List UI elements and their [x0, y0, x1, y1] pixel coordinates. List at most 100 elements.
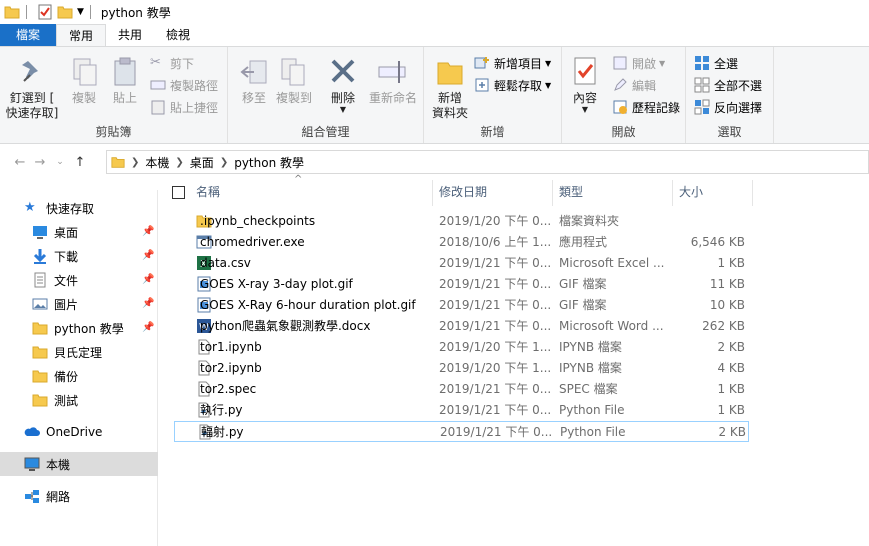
nav-item-bayes-theorem[interactable]: 貝氏定理 — [0, 340, 158, 364]
nav-item-quick-access[interactable]: ★ 快速存取 — [0, 196, 158, 220]
select-all-button[interactable]: 全選 — [694, 53, 738, 73]
cut-button[interactable]: ✂ 剪下 — [150, 53, 194, 73]
cut-label: 剪下 — [170, 56, 195, 71]
breadcrumb-desktop[interactable]: 桌面 — [190, 154, 214, 171]
copy-to-button[interactable]: 複製到 — [274, 51, 314, 106]
column-header-size[interactable]: 大小 — [679, 180, 751, 204]
table-row[interactable]: tor2.ipynb 2019/1/20 下午 1... IPYNB 檔案 4 KB — [174, 358, 749, 379]
chevron-right-icon[interactable]: ❯ — [175, 157, 183, 168]
easy-access-label: 輕鬆存取 — [494, 78, 543, 93]
customize-quick-access-icon[interactable]: ▼ — [77, 7, 84, 17]
table-row[interactable]: Wpython爬蟲氣象觀測教學.docx 2019/1/21 下午 0... Mic… — [174, 316, 749, 337]
new-group-label: 新增 — [480, 125, 505, 139]
nav-item-label: python 教學 — [54, 321, 124, 336]
select-none-button[interactable]: 全部不選 — [694, 75, 762, 95]
delete-button[interactable]: 刪除 ▼ — [326, 51, 360, 114]
nav-item-test[interactable]: 測試 — [0, 388, 158, 412]
breadcrumb-this-pc[interactable]: 本機 — [145, 154, 169, 171]
chevron-right-icon[interactable]: ❯ — [131, 157, 139, 168]
column-divider[interactable] — [552, 180, 553, 206]
tab-home[interactable]: 常用 — [56, 24, 107, 46]
pin-quick-access-button[interactable]: 釘選到 [ 快速存取] — [4, 51, 60, 121]
nav-item-documents[interactable]: 文件 📌 — [0, 268, 158, 292]
move-to-label: 移至 — [241, 91, 266, 105]
nav-item-downloads[interactable]: 下載 📌 — [0, 244, 158, 268]
column-header-date[interactable]: 修改日期 — [439, 180, 551, 204]
nav-item-this-pc[interactable]: 本機 — [0, 452, 158, 476]
up-arrow-icon[interactable]: ↑ — [70, 155, 90, 170]
nav-item-desktop[interactable]: 桌面 📌 — [0, 220, 158, 244]
pin-icon[interactable]: 📌 — [142, 227, 154, 237]
pin-icon[interactable]: 📌 — [142, 275, 154, 285]
nav-item-network[interactable]: 網路 — [0, 484, 158, 508]
breadcrumb-current-folder[interactable]: python 教學 — [234, 154, 304, 171]
select-group-label: 選取 — [717, 125, 742, 139]
file-name: .ipynb_checkpoints — [200, 214, 316, 228]
copy-path-button[interactable]: 複製路徑 — [150, 75, 218, 95]
table-row[interactable]: 執行.py 2019/1/21 下午 0... Python File 1 KB — [174, 400, 749, 421]
invert-selection-label: 反向選擇 — [714, 100, 763, 115]
edit-button[interactable]: 編輯 — [612, 75, 656, 95]
paste-button[interactable]: 貼上 — [106, 51, 144, 106]
file-date: 2019/1/20 下午 0... — [439, 214, 551, 228]
open-label: 開啟 — [632, 56, 657, 71]
column-divider[interactable] — [672, 180, 673, 206]
properties-button[interactable]: 內容 ▼ — [568, 51, 602, 114]
history-button[interactable]: 歷程記錄 — [612, 97, 680, 117]
back-arrow-icon[interactable]: ← — [10, 155, 30, 170]
chevron-down-icon: ▼ — [659, 58, 666, 68]
table-row[interactable]: Xdata.csv 2019/1/21 下午 0... Microsoft Exce… — [174, 253, 749, 274]
tab-file[interactable]: 檔案 — [0, 24, 56, 46]
chevron-right-icon[interactable]: ❯ — [220, 157, 228, 168]
file-size: 6,546 KB — [690, 235, 745, 249]
new-folder-quick-icon[interactable] — [57, 4, 73, 20]
file-size: 262 KB — [702, 319, 745, 333]
table-row[interactable]: .ipynb_checkpoints 2019/1/20 下午 0... 檔案資料夾 — [174, 211, 749, 232]
table-row[interactable]: tor1.ipynb 2019/1/20 下午 1... IPYNB 檔案 2 KB — [174, 337, 749, 358]
table-row[interactable]: chromedriver.exe 2018/10/6 上午 1... 應用程式 6,5… — [174, 232, 749, 253]
file-type: Python File — [559, 403, 625, 417]
open-button[interactable]: 開啟 ▼ — [612, 53, 665, 73]
file-size: 1 KB — [717, 403, 745, 417]
properties-quick-icon[interactable] — [37, 4, 53, 20]
file-type: Python File — [560, 425, 626, 439]
chevron-down-icon: ▼ — [339, 105, 347, 114]
new-item-button[interactable]: 新增項目 ▼ — [474, 53, 551, 73]
move-to-button[interactable]: 移至 — [236, 51, 272, 106]
nav-item-pictures[interactable]: 圖片 📌 — [0, 292, 158, 316]
table-row[interactable]: GOES X-Ray 6-hour duration plot.gif 2019/… — [174, 295, 749, 316]
pin-icon[interactable]: 📌 — [142, 323, 154, 333]
pin-icon[interactable]: 📌 — [142, 299, 154, 309]
forward-arrow-icon[interactable]: → — [30, 155, 50, 170]
tab-view[interactable]: 檢視 — [154, 24, 202, 46]
navigation-pane: ★ 快速存取 桌面 📌 下載 📌 文件 📌 圖片 📌 python 教學 📌 貝… — [0, 190, 158, 546]
pin-icon[interactable]: 📌 — [142, 251, 154, 261]
table-row[interactable]: 輻射.py 2019/1/21 下午 0... Python File 2 KB — [174, 421, 749, 442]
select-all-checkbox[interactable] — [172, 186, 185, 199]
table-row[interactable]: GOES X-ray 3-day plot.gif 2019/1/21 下午 0.… — [174, 274, 749, 295]
pin-label: 釘選到 [ 快速存取] — [5, 91, 59, 120]
nav-item-backup[interactable]: 備份 — [0, 364, 158, 388]
invert-selection-button[interactable]: 反向選擇 — [694, 97, 762, 117]
easy-access-button[interactable]: 輕鬆存取 ▼ — [474, 75, 551, 95]
table-row[interactable]: tor2.spec 2019/1/21 下午 0... SPEC 檔案 1 KB — [174, 379, 749, 400]
copy-button[interactable]: 複製 — [64, 51, 104, 106]
column-header-type[interactable]: 類型 — [559, 180, 671, 204]
nav-item-label: 下載 — [54, 249, 79, 264]
file-date: 2019/1/20 下午 1... — [439, 361, 551, 375]
nav-item-python-tutorial[interactable]: python 教學 📌 — [0, 316, 158, 340]
column-header-name[interactable]: 名稱 — [196, 180, 432, 204]
tab-share[interactable]: 共用 — [106, 24, 154, 46]
paste-label: 貼上 — [112, 91, 137, 105]
file-type: Microsoft Excel ... — [559, 256, 665, 270]
column-divider[interactable] — [752, 180, 753, 206]
copy-label: 複製 — [71, 91, 96, 105]
column-divider[interactable] — [432, 180, 433, 206]
recent-locations-icon[interactable]: ⌄ — [50, 157, 70, 167]
paste-shortcut-button[interactable]: 貼上捷徑 — [150, 97, 218, 117]
nav-item-onedrive[interactable]: OneDrive — [0, 420, 158, 444]
scissors-icon: ✂ — [150, 55, 161, 70]
new-folder-button[interactable]: 新增 資料夾 — [430, 51, 470, 121]
address-bar[interactable]: ❯ 本機 ❯ 桌面 ❯ python 教學 — [106, 150, 869, 174]
rename-button[interactable]: 重新命名 — [366, 51, 420, 106]
